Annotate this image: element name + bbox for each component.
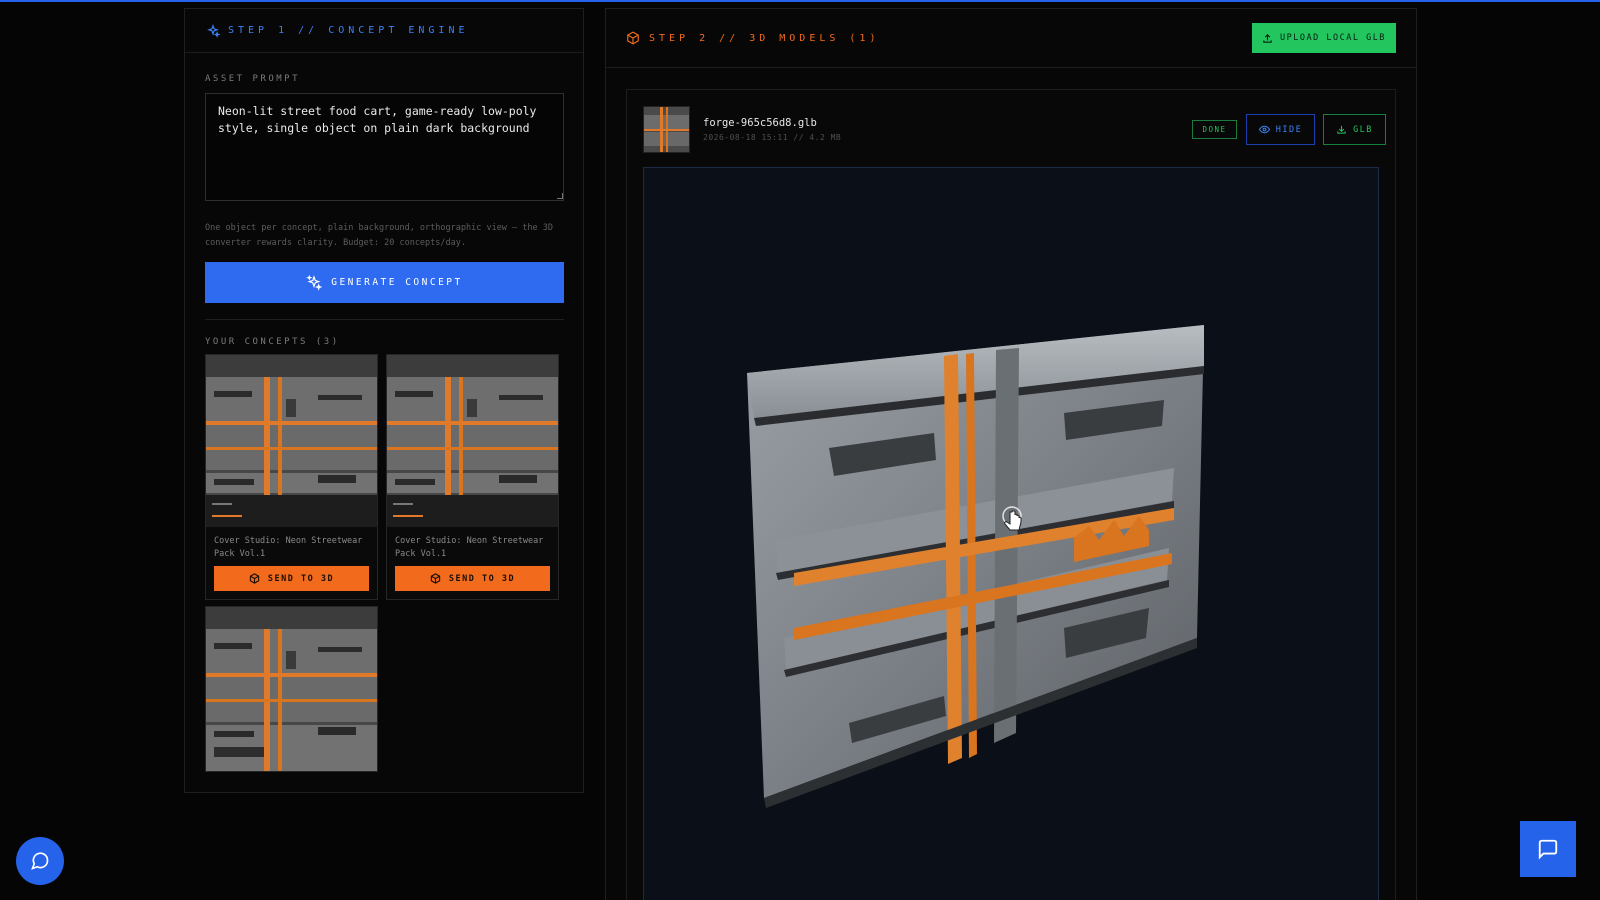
your-concepts-label: YOUR CONCEPTS (3) <box>205 337 340 347</box>
models-header: STEP 2 // 3D MODELS (1) UPLOAD LOCAL GLB <box>606 9 1416 68</box>
concept-engine-header: STEP 1 // CONCEPT ENGINE <box>185 9 583 53</box>
generate-concept-button[interactable]: GENERATE CONCEPT <box>205 262 564 303</box>
sparkles-icon <box>306 274 323 291</box>
send-to-3d-button[interactable]: SEND TO 3D <box>395 566 550 591</box>
send-to-3d-button[interactable]: SEND TO 3D <box>214 566 369 591</box>
generate-concept-label: GENERATE CONCEPT <box>331 277 463 288</box>
hide-label: HIDE <box>1275 124 1303 135</box>
model-filename: forge-965c56d8.glb <box>703 117 817 129</box>
model-thumbnail-image <box>644 107 689 152</box>
chat-icon <box>31 852 49 870</box>
step2-title: STEP 2 // 3D MODELS (1) <box>649 32 880 44</box>
concept-card[interactable] <box>205 606 378 772</box>
concept-image <box>387 355 558 527</box>
concept-thumbnail[interactable] <box>206 355 377 527</box>
textarea-resize-handle[interactable] <box>557 193 563 199</box>
upload-local-glb-label: UPLOAD LOCAL GLB <box>1280 33 1386 43</box>
step1-title: STEP 1 // CONCEPT ENGINE <box>228 25 469 36</box>
send-to-3d-label: SEND TO 3D <box>448 573 516 584</box>
model-header: forge-965c56d8.glb 2026-08-18 15:11 // 4… <box>643 106 1386 154</box>
concept-image <box>206 355 377 527</box>
sparkles-icon <box>207 23 220 38</box>
models-panel: STEP 2 // 3D MODELS (1) UPLOAD LOCAL GLB… <box>605 8 1417 900</box>
send-to-3d-label: SEND TO 3D <box>267 573 335 584</box>
cube-icon <box>430 573 441 584</box>
prompt-hint: One object per concept, plain background… <box>205 223 553 248</box>
concept-engine-panel: STEP 1 // CONCEPT ENGINE ASSET PROMPT Ne… <box>184 8 584 793</box>
cube-icon <box>627 31 639 45</box>
upload-icon <box>1263 33 1272 43</box>
chat-icon <box>1538 839 1558 860</box>
download-glb-label: GLB <box>1353 124 1373 135</box>
3d-model-viewer[interactable] <box>643 167 1379 900</box>
concept-thumbnail[interactable] <box>387 355 558 527</box>
eye-icon <box>1258 125 1270 134</box>
concept-image <box>206 607 377 771</box>
divider <box>205 319 564 320</box>
concept-thumbnail[interactable] <box>206 607 377 771</box>
concept-card[interactable]: Cover Studio: Neon Streetwear Pack Vol.1… <box>205 354 378 600</box>
model-meta: 2026-08-18 15:11 // 4.2 MB <box>703 133 842 142</box>
download-icon <box>1337 125 1346 134</box>
hide-button[interactable]: HIDE <box>1246 114 1315 145</box>
cube-icon <box>249 573 260 584</box>
asset-prompt-input[interactable]: Neon-lit street food cart, game-ready lo… <box>205 93 564 201</box>
concept-card[interactable]: Cover Studio: Neon Streetwear Pack Vol.1… <box>386 354 559 600</box>
3d-model-render <box>747 325 1204 808</box>
top-accent-bar <box>0 0 1600 2</box>
download-glb-button[interactable]: GLB <box>1323 114 1386 145</box>
model-thumbnail <box>643 106 690 153</box>
chat-launcher-button[interactable] <box>16 837 64 885</box>
concept-title: Cover Studio: Neon Streetwear Pack Vol.1 <box>395 536 544 559</box>
concept-title: Cover Studio: Neon Streetwear Pack Vol.1 <box>214 536 363 559</box>
upload-local-glb-button[interactable]: UPLOAD LOCAL GLB <box>1252 23 1396 53</box>
feedback-button[interactable] <box>1520 821 1576 877</box>
model-card: forge-965c56d8.glb 2026-08-18 15:11 // 4… <box>626 89 1396 900</box>
status-badge: DONE <box>1192 120 1237 139</box>
asset-prompt-label: ASSET PROMPT <box>205 74 301 84</box>
